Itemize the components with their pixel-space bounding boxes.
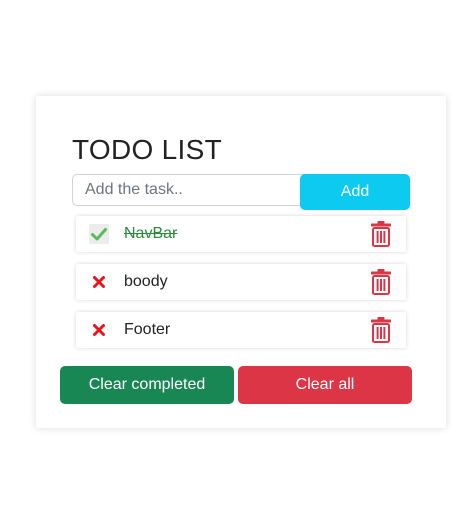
clear-all-button[interactable]: Clear all [238, 366, 412, 404]
trash-icon [371, 269, 391, 295]
clear-completed-button[interactable]: Clear completed [60, 366, 234, 404]
task-item: Footer [76, 312, 406, 348]
task-input[interactable] [72, 174, 316, 206]
delete-task-button[interactable] [370, 269, 392, 295]
task-text: boody [124, 273, 168, 290]
task-item: boody [76, 264, 406, 300]
trash-icon [371, 317, 391, 343]
check-icon[interactable] [89, 224, 109, 244]
cross-icon[interactable] [89, 320, 109, 340]
trash-icon [371, 221, 391, 247]
cross-icon[interactable] [89, 272, 109, 292]
page-title: TODO LIST [72, 134, 222, 165]
delete-task-button[interactable] [370, 221, 392, 247]
delete-task-button[interactable] [370, 317, 392, 343]
task-item: NavBar [76, 216, 406, 252]
todo-card: TODO LIST Add NavBar boody [36, 96, 446, 428]
task-text: Footer [124, 321, 171, 338]
task-text: NavBar [124, 225, 178, 242]
add-button[interactable]: Add [300, 174, 410, 210]
